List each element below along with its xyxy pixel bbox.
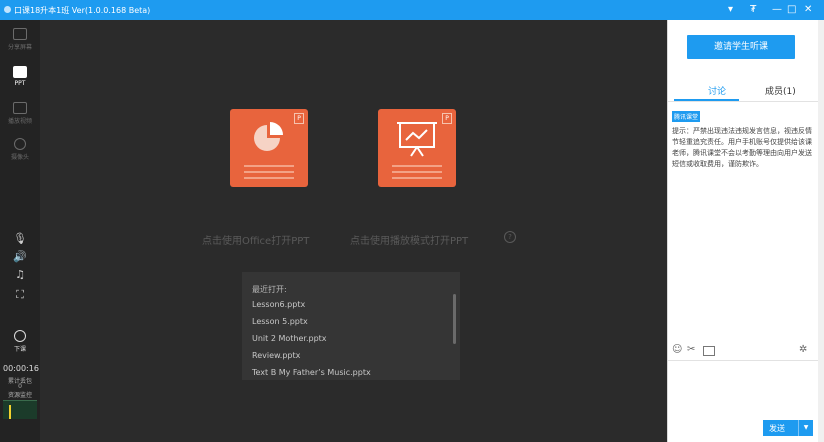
emoji-icon[interactable]: ☺ [672, 344, 682, 355]
window-edge-scrollbar [818, 20, 824, 442]
open-office-card[interactable]: P [230, 109, 308, 187]
main-area: P P 点击使用Office打开PPT 点击使用播放模式打开PPT ? 最近打开… [40, 20, 667, 442]
camera-icon [14, 138, 26, 150]
sidebar-item-ppt[interactable]: PPT [0, 66, 40, 87]
speaker-icon[interactable]: 🔊 [0, 250, 40, 263]
system-notice: 提示：严禁出现违法违规发言信息，视违反情节轻重追究责任。用户手机账号仅提供给该课… [672, 127, 812, 168]
app-icon [4, 6, 11, 13]
recent-file-item[interactable]: Text B My Father’s Music.pptx [252, 368, 371, 377]
platform-badge: 腾讯课堂 [672, 111, 701, 122]
tab-divider [668, 101, 819, 102]
class-timer: 00:00:16 [3, 364, 39, 373]
sidebar-item-label: 摄像头 [10, 154, 29, 161]
title-bar: 口课18升本1班 Ver(1.0.0.168 Beta) ▾ ₮ — □ ✕ [0, 0, 824, 20]
right-panel: 邀请学生听课 讨论 成员(1) 腾讯课堂 提示：严禁出现违法违规发言信息，视违反… [667, 20, 819, 442]
input-divider [668, 360, 819, 361]
recent-files-panel: 最近打开: Lesson6.pptx Lesson 5.pptx Unit 2 … [242, 272, 460, 380]
sidebar-item-play-video[interactable]: 播放视频 [0, 102, 40, 125]
ppt-icon [13, 66, 27, 78]
close-icon[interactable]: ✕ [804, 3, 812, 17]
image-icon[interactable] [703, 346, 715, 356]
help-icon[interactable]: ? [504, 231, 516, 243]
chat-toolbar: ☺ ✂ ✲ [668, 342, 819, 360]
sidebar-item-label: 分享屏幕 [7, 44, 32, 51]
share-screen-icon [13, 28, 27, 40]
maximize-icon[interactable]: □ [787, 3, 796, 17]
fullscreen-icon[interactable]: ⛶ [0, 288, 40, 302]
ppt-badge-icon: P [442, 113, 452, 124]
microphone-icon[interactable]: 🎙 [0, 232, 40, 245]
sidebar-item-camera[interactable]: 摄像头 [0, 138, 40, 161]
packet-loss-value: 0 [18, 383, 22, 390]
recent-file-item[interactable]: Lesson6.pptx [252, 300, 305, 309]
sidebar-item-share-screen[interactable]: 分享屏幕 [0, 28, 40, 51]
recent-file-item[interactable]: Review.pptx [252, 351, 300, 360]
settings-icon[interactable]: ✲ [799, 344, 807, 355]
open-play-label[interactable]: 点击使用播放模式打开PPT [350, 232, 468, 247]
sidebar-item-label: PPT [14, 80, 26, 87]
pin-icon[interactable]: ₮ [750, 3, 756, 17]
sidebar-item-label: 播放视频 [7, 118, 32, 125]
recent-file-item[interactable]: Unit 2 Mother.pptx [252, 334, 327, 343]
music-icon[interactable]: ♫ [0, 268, 40, 281]
resource-monitor-graph [3, 400, 37, 419]
open-play-card[interactable]: P [378, 109, 456, 187]
send-label: 发送 [769, 424, 785, 433]
presentation-icon [397, 122, 437, 157]
pie-chart-icon [254, 122, 283, 151]
dropdown-icon[interactable]: ▾ [728, 3, 733, 17]
recent-files-title: 最近打开: [252, 285, 287, 294]
recent-file-item[interactable]: Lesson 5.pptx [252, 317, 308, 326]
left-sidebar: 分享屏幕 PPT 播放视频 摄像头 🎙 🔊 ♫ ⛶ 下课 00:00:16 累计… [0, 20, 40, 442]
end-class-button[interactable]: 下课 [0, 330, 40, 353]
open-office-label[interactable]: 点击使用Office打开PPT [202, 232, 309, 247]
ppt-badge-icon: P [294, 113, 304, 124]
scissors-icon[interactable]: ✂ [687, 344, 695, 355]
invite-students-button[interactable]: 邀请学生听课 [687, 35, 795, 59]
minimize-icon[interactable]: — [772, 3, 782, 17]
power-icon [14, 330, 26, 342]
play-video-icon [13, 102, 27, 114]
resource-monitor-label: 资源监控 [7, 392, 32, 399]
end-class-label: 下课 [13, 346, 26, 353]
send-dropdown-icon[interactable]: ▼ [798, 420, 813, 436]
tab-discuss[interactable]: 讨论 [708, 84, 726, 97]
recent-files-scrollbar[interactable] [453, 294, 456, 344]
tab-members[interactable]: 成员(1) [765, 84, 796, 97]
send-button[interactable]: 发送 ▼ [763, 420, 813, 436]
window-title: 口课18升本1班 Ver(1.0.0.168 Beta) [14, 6, 151, 15]
